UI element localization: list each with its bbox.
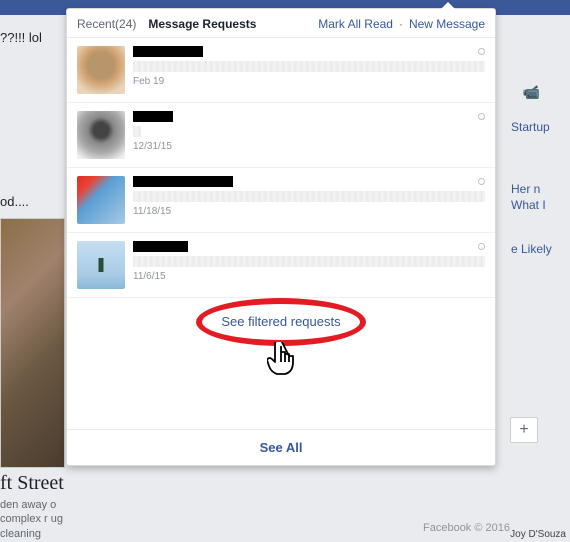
- unread-indicator[interactable]: [478, 243, 485, 250]
- bg-photo: [0, 218, 65, 468]
- message-preview-redacted: [133, 191, 485, 202]
- message-list: Feb 19 12/31/15 11/18/15: [67, 38, 495, 298]
- add-button[interactable]: +: [510, 417, 538, 443]
- mark-all-read-link[interactable]: Mark All Read: [318, 17, 393, 31]
- sender-name-redacted: [133, 46, 203, 57]
- avatar: [77, 111, 125, 159]
- avatar: [77, 241, 125, 289]
- message-date: 12/31/15: [133, 141, 485, 152]
- hand-cursor-annotation: [267, 342, 303, 394]
- tab-recent[interactable]: Recent(24): [77, 17, 136, 31]
- unread-indicator[interactable]: [478, 178, 485, 185]
- image-credit: Joy D'Souza: [510, 529, 566, 540]
- separator: ·: [399, 17, 403, 31]
- sender-name-redacted: [133, 111, 173, 122]
- message-preview-redacted: [133, 126, 141, 137]
- dropdown-arrow: [441, 2, 455, 9]
- message-item[interactable]: 11/18/15: [67, 168, 495, 233]
- message-preview-redacted: [133, 61, 485, 72]
- message-date: 11/18/15: [133, 206, 485, 217]
- bg-link-3[interactable]: e Likely: [511, 242, 566, 258]
- bg-article-title: ft Street: [0, 472, 64, 495]
- message-preview-redacted: [133, 256, 485, 267]
- see-filtered-requests-link[interactable]: See filtered requests: [221, 314, 340, 329]
- unread-indicator[interactable]: [478, 48, 485, 55]
- message-item[interactable]: Feb 19: [67, 38, 495, 103]
- message-date: 11/6/15: [133, 271, 485, 282]
- tab-message-requests[interactable]: Message Requests: [148, 17, 256, 31]
- messages-dropdown: Recent(24) Message Requests Mark All Rea…: [66, 8, 496, 466]
- bg-article-desc: den away o complex r ug cleaning: [0, 498, 65, 541]
- unread-indicator[interactable]: [478, 113, 485, 120]
- avatar: [77, 176, 125, 224]
- bg-post-text: ??!!! lol: [0, 30, 42, 45]
- see-all-link[interactable]: See All: [67, 429, 495, 465]
- bg-link-2[interactable]: Her n What I: [511, 182, 566, 213]
- message-date: Feb 19: [133, 76, 485, 87]
- sender-name-redacted: [133, 241, 188, 252]
- sender-name-redacted: [133, 176, 233, 187]
- camera-icon: 📹: [523, 84, 540, 101]
- dropdown-header: Recent(24) Message Requests Mark All Rea…: [67, 9, 495, 38]
- bg-post-text2: od....: [0, 194, 29, 209]
- message-item[interactable]: 12/31/15: [67, 103, 495, 168]
- message-item[interactable]: 11/6/15: [67, 233, 495, 298]
- new-message-link[interactable]: New Message: [409, 17, 485, 31]
- bg-link-1[interactable]: Startup: [511, 120, 566, 134]
- avatar: [77, 46, 125, 94]
- copyright: Facebook © 2016: [423, 522, 510, 534]
- filtered-requests-row: See filtered requests: [67, 298, 495, 429]
